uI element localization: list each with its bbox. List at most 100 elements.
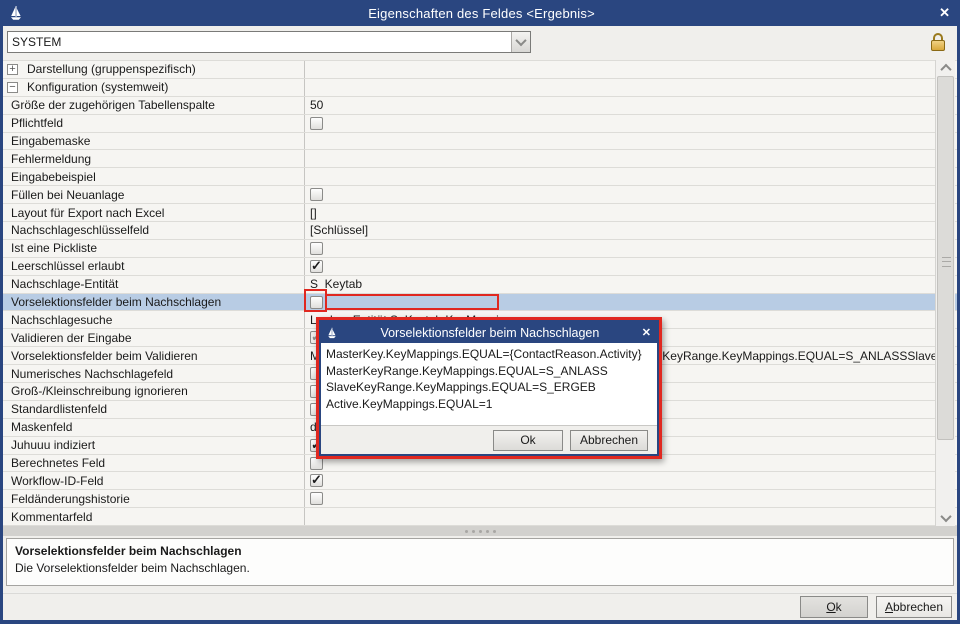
property-label-cell: Füllen bei Neuanlage bbox=[3, 186, 305, 203]
checkbox[interactable] bbox=[310, 492, 323, 505]
title-bar: Eigenschaften des Feldes <Ergebnis> ✕ bbox=[0, 0, 960, 26]
property-row[interactable]: Ist eine Pickliste bbox=[3, 240, 957, 258]
property-value-cell: 50 bbox=[305, 97, 935, 114]
property-row[interactable]: −Konfiguration (systemweit) bbox=[3, 79, 957, 97]
chevron-up-icon bbox=[940, 64, 951, 75]
popup-title: Vorselektionsfelder beim Nachschlagen bbox=[338, 326, 642, 340]
checkmark-icon: ✓ bbox=[311, 259, 322, 272]
property-label: Layout für Export nach Excel bbox=[11, 206, 164, 220]
combobox-dropdown-button[interactable] bbox=[511, 32, 530, 52]
dialog-body: SYSTEM +Darstellung (gruppenspezifisch)−… bbox=[3, 26, 957, 620]
scope-combobox[interactable]: SYSTEM bbox=[7, 31, 531, 53]
checkbox[interactable]: ✓ bbox=[310, 260, 323, 273]
property-label: Feldänderungshistorie bbox=[11, 492, 130, 506]
scrollbar-grip bbox=[942, 257, 951, 267]
property-label-cell: Groß-/Kleinschreibung ignorieren bbox=[3, 383, 305, 400]
property-row[interactable]: Pflichtfeld bbox=[3, 115, 957, 133]
property-row[interactable]: + Darstellung (gruppenspezifisch) bbox=[3, 61, 957, 79]
property-label: Standardlistenfeld bbox=[11, 402, 107, 416]
scope-combobox-value: SYSTEM bbox=[8, 35, 511, 49]
popup-cancel-button[interactable]: Abbrechen bbox=[570, 430, 648, 451]
popup-content[interactable]: MasterKey.KeyMappings.EQUAL={ContactReas… bbox=[321, 343, 657, 425]
cancel-button[interactable]: Abbrechen bbox=[876, 596, 952, 618]
popup-button-bar: Ok Abbrechen bbox=[321, 425, 657, 454]
property-value-cell bbox=[305, 186, 935, 203]
property-label: Vorselektionsfelder beim Nachschlagen bbox=[11, 295, 221, 309]
splitter-handle[interactable] bbox=[3, 526, 957, 536]
property-value-cell: [Schlüssel] bbox=[305, 222, 935, 239]
sailboat-icon bbox=[8, 5, 24, 21]
popup-content-line: MasterKey.KeyMappings.EQUAL={ContactReas… bbox=[326, 346, 652, 363]
property-label-cell: Pflichtfeld bbox=[3, 115, 305, 132]
property-label: Validieren der Eingabe bbox=[11, 331, 132, 345]
checkbox[interactable] bbox=[310, 242, 323, 255]
popup-content-line: MasterKeyRange.KeyMappings.EQUAL=S_ANLAS… bbox=[326, 363, 652, 380]
property-row[interactable]: Nachschlageschlüsselfeld [Schlüssel] bbox=[3, 222, 957, 240]
property-label-cell: Workflow-ID-Feld bbox=[3, 472, 305, 489]
property-row[interactable]: Fehlermeldung bbox=[3, 150, 957, 168]
description-title: Vorselektionsfelder beim Nachschlagen bbox=[15, 544, 945, 558]
property-label-cell: Validieren der Eingabe bbox=[3, 329, 305, 346]
scroll-up-button[interactable] bbox=[936, 60, 955, 76]
property-row[interactable]: Nachschlage-EntitätS_Keytab bbox=[3, 276, 957, 294]
window-title: Eigenschaften des Feldes <Ergebnis> bbox=[24, 6, 939, 21]
property-value-cell bbox=[305, 508, 935, 525]
property-label-cell: Ist eine Pickliste bbox=[3, 240, 305, 257]
popup-close-icon[interactable]: ✕ bbox=[642, 326, 651, 339]
property-row[interactable]: Kommentarfeld bbox=[3, 508, 957, 526]
popup-dialog: Vorselektionsfelder beim Nachschlagen ✕ … bbox=[319, 320, 659, 456]
sailboat-icon bbox=[326, 327, 338, 339]
vertical-scrollbar[interactable] bbox=[935, 60, 955, 526]
property-label-cell: Nachschlageschlüsselfeld bbox=[3, 222, 305, 239]
property-value-cell bbox=[305, 61, 935, 78]
scrollbar-thumb[interactable] bbox=[937, 76, 954, 440]
ok-button[interactable]: Ok bbox=[800, 596, 868, 618]
property-label-cell: Vorselektionsfelder beim Validieren bbox=[3, 347, 305, 364]
property-row[interactable]: Eingabemaske bbox=[3, 133, 957, 151]
close-icon[interactable]: ✕ bbox=[939, 5, 950, 21]
checkmark-icon: ✓ bbox=[311, 473, 322, 486]
scroll-down-button[interactable] bbox=[936, 510, 955, 526]
property-label-cell: Numerisches Nachschlagefeld bbox=[3, 365, 305, 382]
property-label: Pflichtfeld bbox=[11, 116, 63, 130]
property-value-cell: ✓ bbox=[305, 472, 935, 489]
description-text: Die Vorselektionsfelder beim Nachschlage… bbox=[15, 561, 945, 575]
property-value[interactable]: 50 bbox=[310, 98, 323, 112]
chevron-down-icon bbox=[940, 511, 951, 522]
property-label: Darstellung (gruppenspezifisch) bbox=[27, 62, 196, 76]
property-row[interactable]: Feldänderungshistorie bbox=[3, 490, 957, 508]
property-label: Berechnetes Feld bbox=[11, 456, 105, 470]
property-row[interactable]: Füllen bei Neuanlage bbox=[3, 186, 957, 204]
property-label-cell: Kommentarfeld bbox=[3, 508, 305, 525]
property-row[interactable]: Workflow-ID-Feld ✓ bbox=[3, 472, 957, 490]
collapse-group-icon[interactable]: − bbox=[7, 82, 18, 93]
property-value[interactable]: [] bbox=[310, 206, 317, 220]
property-label: Maskenfeld bbox=[11, 420, 72, 434]
checkbox[interactable]: ✓ bbox=[310, 474, 323, 487]
property-label-cell: + Darstellung (gruppenspezifisch) bbox=[3, 61, 305, 78]
property-label: Vorselektionsfelder beim Validieren bbox=[11, 349, 198, 363]
property-label: Juhuuu indiziert bbox=[11, 438, 95, 452]
checkbox[interactable] bbox=[310, 117, 323, 130]
property-value-cell bbox=[305, 490, 935, 507]
property-label: Workflow-ID-Feld bbox=[11, 474, 103, 488]
property-label: Nachschlage-Entität bbox=[11, 277, 118, 291]
property-label: Groß-/Kleinschreibung ignorieren bbox=[11, 384, 188, 398]
annotation-callout-box bbox=[325, 294, 499, 310]
popup-ok-button[interactable]: Ok bbox=[493, 430, 563, 451]
property-row[interactable]: Leerschlüssel erlaubt ✓ bbox=[3, 258, 957, 276]
popup-content-line: Active.KeyMappings.EQUAL=1 bbox=[326, 396, 652, 413]
property-label-cell: Nachschlage-Entität bbox=[3, 276, 305, 293]
property-row[interactable]: Größe der zugehörigen Tabellenspalte50 bbox=[3, 97, 957, 115]
checkbox[interactable] bbox=[310, 188, 323, 201]
property-label: Leerschlüssel erlaubt bbox=[11, 259, 124, 273]
property-row[interactable]: Layout für Export nach Excel [] bbox=[3, 204, 957, 222]
property-label: Numerisches Nachschlagefeld bbox=[11, 367, 173, 381]
expand-group-icon[interactable]: + bbox=[7, 64, 18, 75]
popup-title-bar: Vorselektionsfelder beim Nachschlagen ✕ bbox=[321, 322, 657, 343]
property-row[interactable]: Eingabebeispiel bbox=[3, 168, 957, 186]
property-value[interactable]: [Schlüssel] bbox=[310, 223, 368, 237]
property-label: Ist eine Pickliste bbox=[11, 241, 97, 255]
property-label-cell: Fehlermeldung bbox=[3, 150, 305, 167]
property-label: Nachschlageschlüsselfeld bbox=[11, 223, 149, 237]
